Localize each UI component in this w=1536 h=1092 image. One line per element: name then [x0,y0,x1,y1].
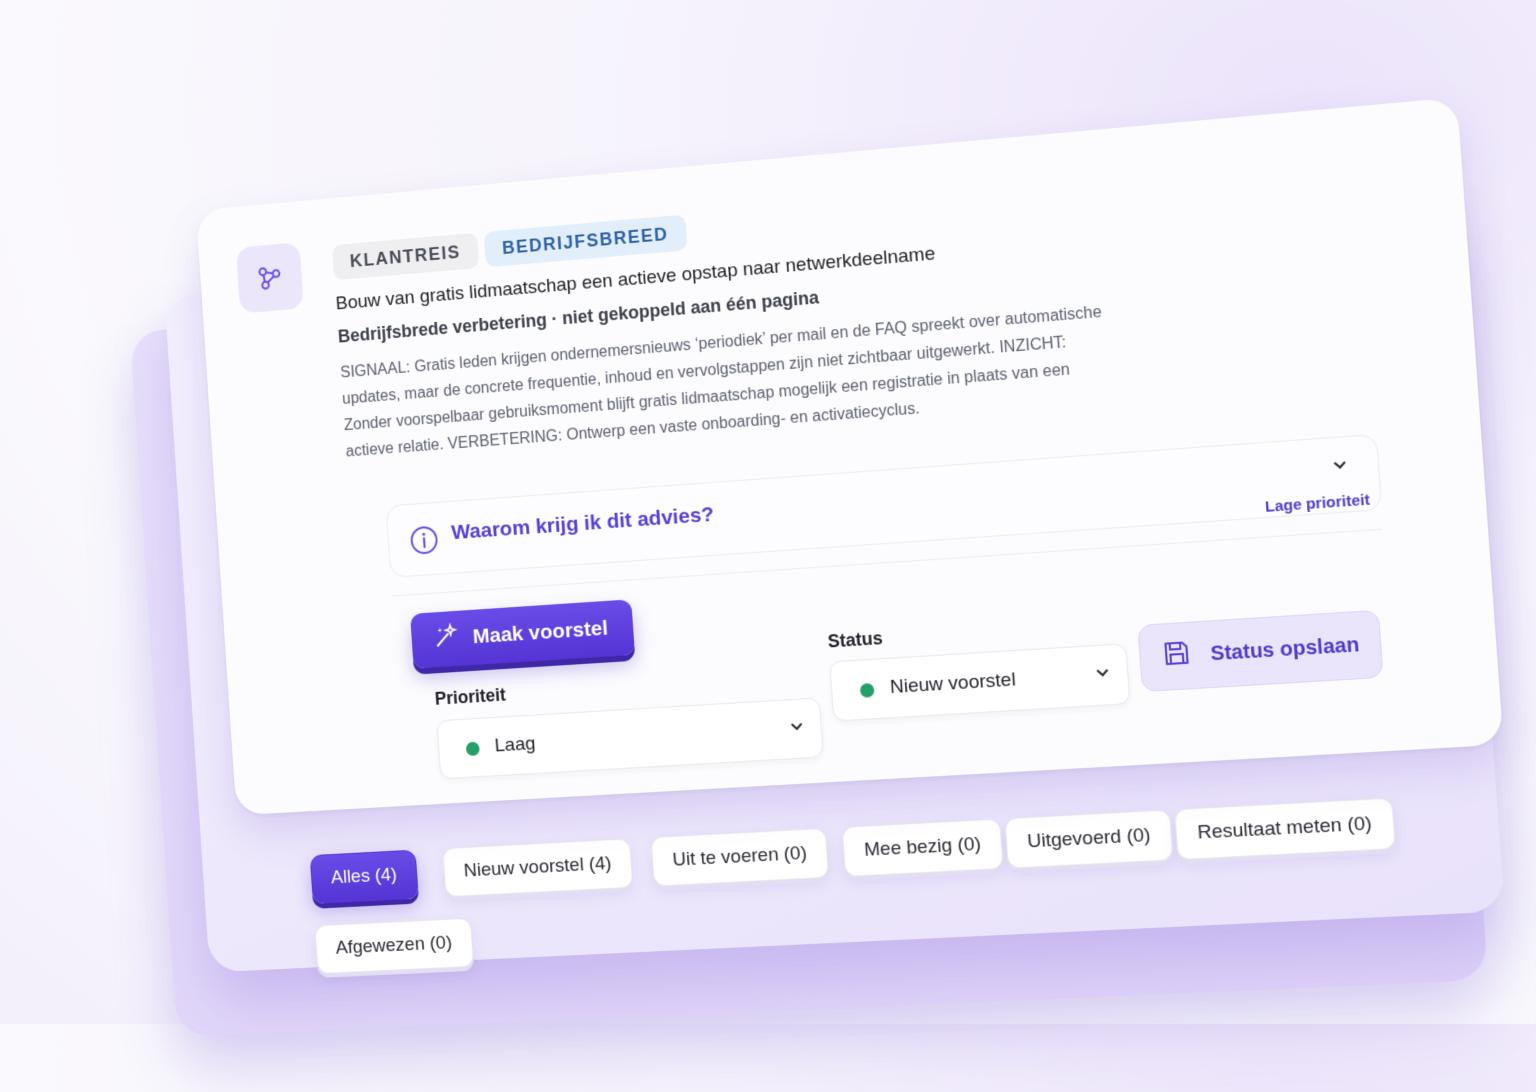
filter-chip-nieuw-voorstel[interactable]: Nieuw voorstel (4) [442,838,634,898]
filter-chip-afgewezen[interactable]: Afgewezen (0) [314,917,474,975]
advice-card: KLANTREIS BEDRIJFSBREED Bouw van gratis … [195,97,1504,816]
tag-bedrijfsbreed: BEDRIJFSBREED [483,214,688,268]
filter-chip-uit-te-voeren[interactable]: Uit te voeren (0) [650,827,830,887]
card-stack: Alles (4) Nieuw voorstel (4) Uit te voer… [36,0,1536,1092]
filter-chip-alles[interactable]: Alles (4) [309,849,419,904]
make-proposal-label: Maak voorstel [472,616,609,649]
priority-status-dot [465,741,480,757]
chevron-down-icon [1094,663,1112,685]
status-select[interactable]: Nieuw voorstel [829,643,1131,722]
info-icon [409,525,440,561]
filter-chip-uitgevoerd[interactable]: Uitgevoerd (0) [1004,809,1174,869]
status-dot [859,682,875,698]
priority-select[interactable]: Laag [436,697,824,780]
scene: Alles (4) Nieuw voorstel (4) Uit te voer… [0,0,1536,1038]
filter-chip-resultaat-meten[interactable]: Resultaat meten (0) [1174,797,1396,861]
share-network-icon [235,242,304,314]
save-status-label: Status opslaan [1209,633,1360,665]
status-value: Nieuw voorstel [889,669,1017,699]
make-proposal-button[interactable]: Maak voorstel [410,599,636,669]
priority-label: Prioriteit [434,684,507,709]
status-label: Status [827,628,884,652]
save-status-button[interactable]: Status opslaan [1137,609,1384,693]
priority-value: Laag [494,733,537,757]
chevron-down-icon [788,717,805,739]
filter-chip-mee-bezig[interactable]: Mee bezig (0) [841,818,1005,877]
floppy-disk-icon [1160,637,1194,676]
chevron-down-icon[interactable] [1322,447,1358,482]
advies-question[interactable]: Waarom krijg ik dit advies? [451,503,715,545]
advies-explainer[interactable]: Waarom krijg ik dit advies? Lage priorit… [385,433,1383,578]
tag-klantreis: KLANTREIS [331,232,479,281]
magic-wand-icon [432,622,461,657]
priority-badge: Lage prioriteit [1264,491,1371,516]
